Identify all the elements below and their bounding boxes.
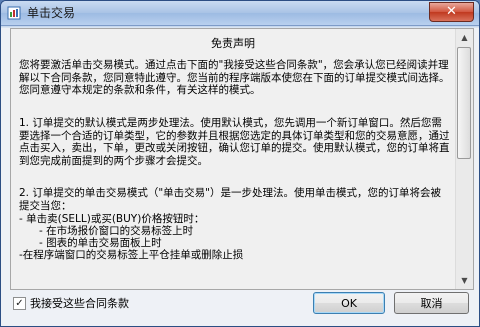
close-button[interactable]: ✕ — [429, 2, 474, 22]
default-mode-paragraph: 1. 订单提交的默认模式是两步处理法。使用默认模式，您先调用一个新订单窗口。然后… — [19, 117, 450, 167]
list-item: - 在市场报价窗口的交易标签上时 — [39, 225, 194, 237]
vertical-scrollbar[interactable]: ▲ ▼ — [455, 29, 473, 289]
close-icon: ✕ — [446, 4, 457, 19]
scroll-down-arrow-icon[interactable]: ▼ — [456, 272, 473, 289]
list-item: - 图表的单击交易面板上时 — [39, 237, 162, 249]
one-click-trading-dialog: 单击交易 ✕ 免责声明 您将要激活单击交易模式。通过点击下面的"我接受这些合同条… — [0, 0, 480, 327]
disclaimer-heading: 免责声明 — [211, 37, 255, 50]
dialog-footer: ✓ 我接受这些合同条款 OK 取消 — [1, 289, 479, 326]
window-title: 单击交易 — [27, 6, 76, 20]
list-item: -在程序端窗口的交易标签上平仓挂单或删除止损 — [19, 249, 244, 261]
disclaimer-panel[interactable]: 免责声明 您将要激活单击交易模式。通过点击下面的"我接受这些合同条款"，您会承认… — [10, 28, 474, 290]
checkmark-icon: ✓ — [15, 298, 24, 309]
intro-paragraph: 您将要激活单击交易模式。通过点击下面的"我接受这些合同条款"，您会承认您已经阅读… — [19, 59, 450, 96]
cancel-button[interactable]: 取消 — [394, 292, 469, 314]
app-icon — [7, 6, 21, 20]
scrollbar-thumb[interactable] — [457, 47, 471, 159]
disclaimer-content: 免责声明 您将要激活单击交易模式。通过点击下面的"我接受这些合同条款"，您会承认… — [11, 29, 455, 289]
one-click-mode-paragraph: 2. 订单提交的单击交易模式（"单击交易"）是一步处理法。使用单击模式，您的订单… — [19, 187, 442, 212]
accept-terms-label[interactable]: 我接受这些合同条款 — [30, 295, 129, 311]
title-bar: 单击交易 ✕ — [1, 1, 479, 26]
scroll-up-arrow-icon[interactable]: ▲ — [456, 29, 473, 46]
accept-terms-checkbox[interactable]: ✓ — [13, 297, 26, 310]
ok-button[interactable]: OK — [313, 292, 385, 314]
list-item: - 单击卖(SELL)或买(BUY)价格按钮时： — [19, 213, 205, 225]
